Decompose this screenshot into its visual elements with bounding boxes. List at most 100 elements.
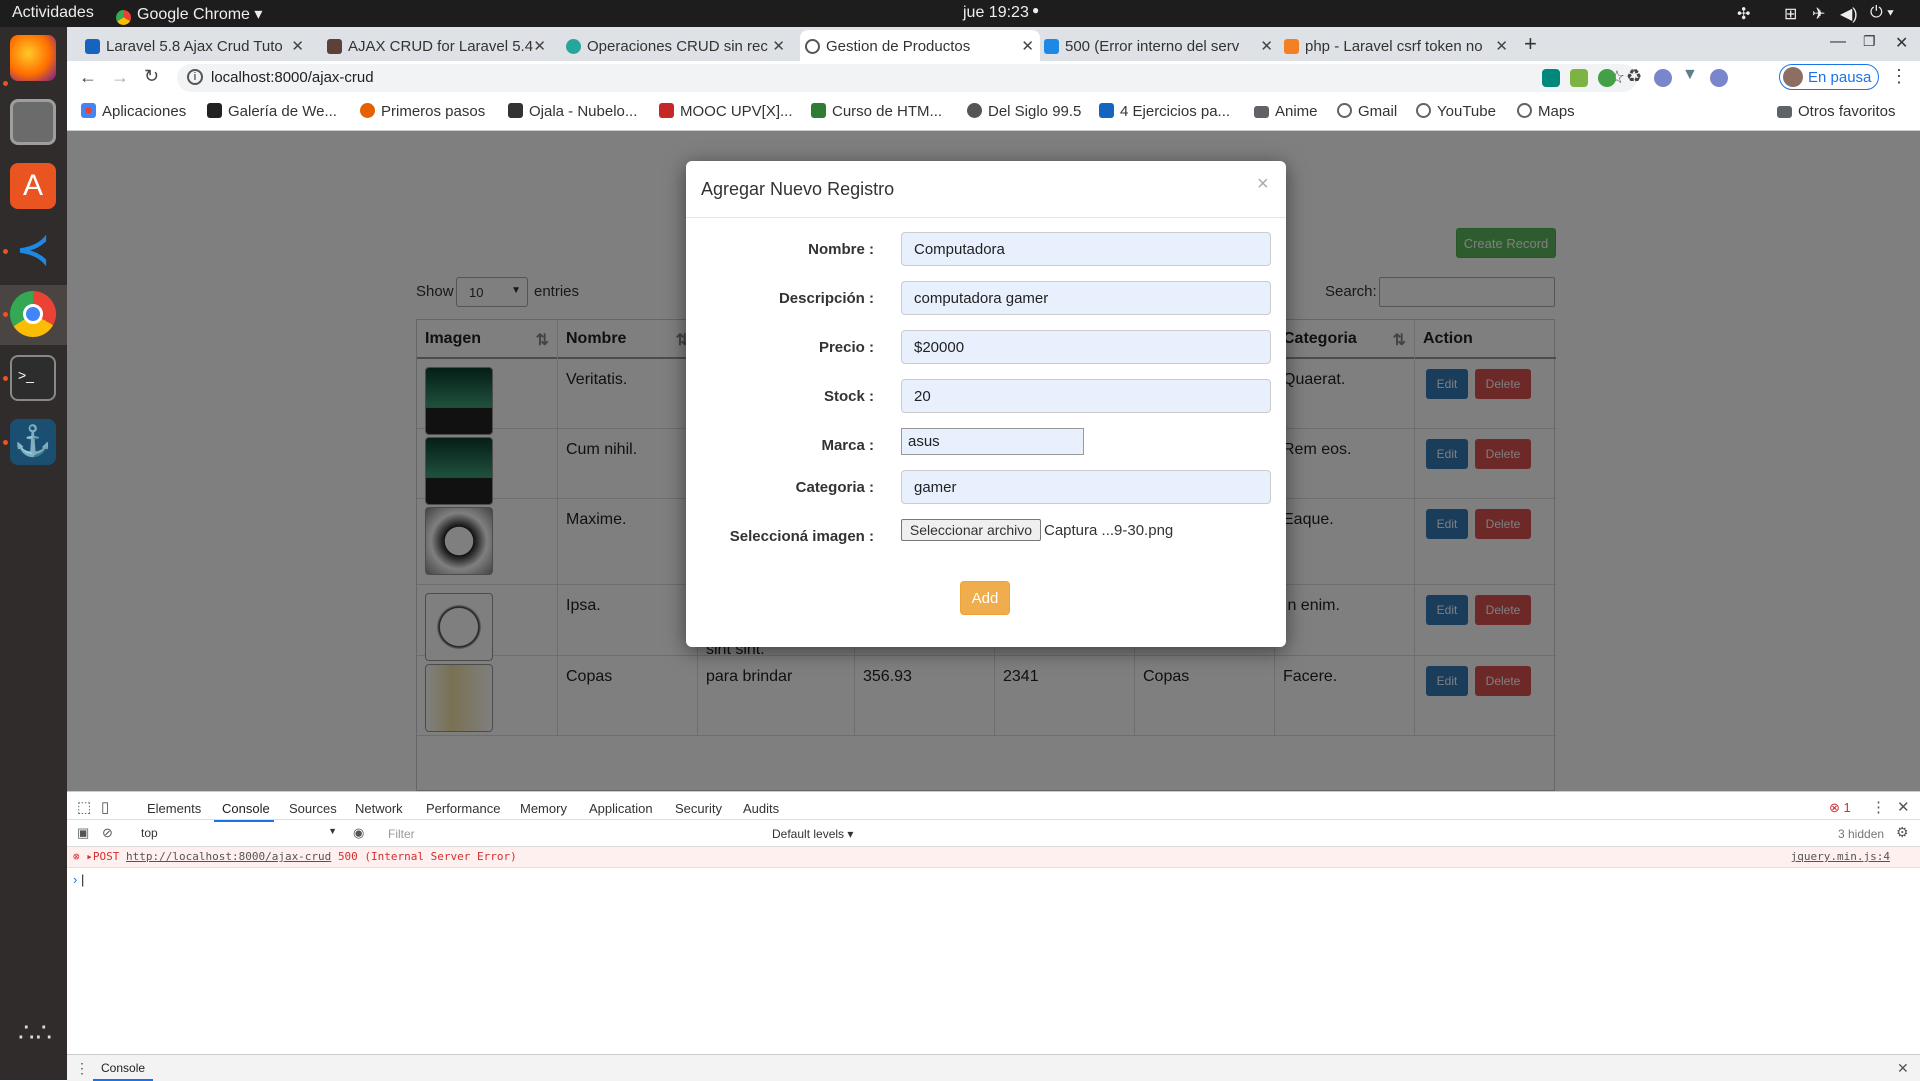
clock[interactable]: jue 19:23 <box>963 4 1029 22</box>
bookmark-maps[interactable]: Maps <box>1517 103 1575 120</box>
bookmark-gmail[interactable]: Gmail <box>1337 103 1397 120</box>
tab-application[interactable]: Application <box>589 801 653 816</box>
maximize-icon[interactable]: ❐ <box>1863 33 1876 50</box>
device-toolbar-icon[interactable]: ▯ <box>101 798 109 816</box>
firefox-icon[interactable] <box>10 35 56 81</box>
bookmark-galeria[interactable]: Galería de We... <box>207 103 337 120</box>
info-icon[interactable]: i <box>187 69 203 85</box>
app-menu[interactable]: Google Chrome ▾ <box>116 4 262 25</box>
close-window-icon[interactable]: ✕ <box>1895 33 1908 53</box>
precio-label: Precio : <box>818 339 874 356</box>
network-icon[interactable]: ⊞ <box>1784 4 1797 24</box>
drawer-tab-console[interactable]: Console <box>93 1061 154 1081</box>
log-levels-select[interactable]: Default levels ▾ <box>772 827 853 841</box>
precio-field[interactable]: $20000 <box>901 330 1271 364</box>
close-tab-icon[interactable]: ✕ <box>1021 37 1034 55</box>
marca-field[interactable]: asus <box>901 428 1084 455</box>
folder-icon <box>1254 106 1269 118</box>
extension-icon[interactable] <box>1654 69 1672 87</box>
close-devtools-icon[interactable]: ✕ <box>1897 798 1910 816</box>
nombre-field[interactable]: Computadora <box>901 232 1271 266</box>
tab-sources[interactable]: Sources <box>289 801 337 816</box>
reload-icon[interactable]: ↻ <box>144 66 159 87</box>
bookmark-del-siglo[interactable]: Del Siglo 99.5 <box>967 103 1081 120</box>
extension-icon[interactable] <box>1710 69 1728 87</box>
vpn-icon[interactable]: ▼ <box>1682 66 1698 84</box>
tab-error-500[interactable]: 500 (Error interno del serv ✕ <box>1039 30 1279 61</box>
tab-memory[interactable]: Memory <box>520 801 567 816</box>
volume-icon[interactable]: ◀) <box>1840 4 1858 24</box>
close-icon[interactable]: × <box>1257 173 1269 196</box>
tab-ajax-crud[interactable]: AJAX CRUD for Laravel 5.4 ✕ <box>322 30 552 61</box>
minimize-icon[interactable]: — <box>1830 33 1846 51</box>
error-count-badge[interactable]: ⊗ 1 <box>1829 800 1851 816</box>
expand-icon[interactable]: ▸ <box>86 850 93 863</box>
tab-laravel-tutorial[interactable]: Laravel 5.8 Ajax Crud Tuto ✕ <box>80 30 310 61</box>
power-icon[interactable]: ⏻ ▾ <box>1870 4 1894 22</box>
eye-icon[interactable]: ◉ <box>353 825 364 841</box>
bookmark-curso[interactable]: Curso de HTM... <box>811 103 942 120</box>
console-error-row[interactable]: ⊗ ▸POST http://localhost:8000/ajax-crud … <box>67 847 1920 868</box>
error-url-link[interactable]: http://localhost:8000/ajax-crud <box>126 850 331 863</box>
close-drawer-icon[interactable]: ✕ <box>1897 1060 1909 1077</box>
menu-icon[interactable]: ⋮ <box>1890 66 1908 87</box>
bookmark-mooc[interactable]: MOOC UPV[X]... <box>659 103 793 120</box>
bookmark-primeros-pasos[interactable]: Primeros pasos <box>360 103 485 120</box>
close-tab-icon[interactable]: ✕ <box>1260 37 1273 55</box>
clear-console-icon[interactable]: ⊘ <box>102 825 113 841</box>
sidebar-toggle-icon[interactable]: ▣ <box>77 825 89 841</box>
software-center-icon[interactable]: A <box>10 163 56 209</box>
other-bookmarks[interactable]: Otros favoritos <box>1777 103 1896 120</box>
back-icon[interactable]: ← <box>79 67 97 88</box>
console-settings-icon[interactable]: ⚙ <box>1896 824 1909 841</box>
bookmark-anime[interactable]: Anime <box>1254 103 1318 120</box>
tab-security[interactable]: Security <box>675 801 722 816</box>
stock-field[interactable]: 20 <box>901 379 1271 413</box>
airplane-icon[interactable]: ✈ <box>1812 4 1825 24</box>
files-icon[interactable] <box>10 99 56 145</box>
address-bar[interactable]: i localhost:8000/ajax-crud ☆ <box>177 64 1637 92</box>
extension-icon[interactable] <box>1598 69 1616 87</box>
tab-favicon <box>566 39 581 54</box>
tab-console[interactable]: Console <box>222 801 270 816</box>
descripcion-field[interactable]: computadora gamer <box>901 281 1271 315</box>
terminal-icon[interactable]: >_ <box>10 355 56 401</box>
close-tab-icon[interactable]: ✕ <box>291 37 304 55</box>
tab-elements[interactable]: Elements <box>147 801 201 816</box>
bookmark-ojala[interactable]: Ojala - Nubelo... <box>508 103 637 120</box>
close-tab-icon[interactable]: ✕ <box>533 37 546 55</box>
bookmark-ejercicios[interactable]: 4 Ejercicios pa... <box>1099 103 1230 120</box>
context-select[interactable]: top ▼ <box>135 823 341 843</box>
tab-laravel-csrf[interactable]: php - Laravel csrf token no ✕ <box>1279 30 1514 61</box>
profile-button[interactable]: En pausa <box>1779 64 1879 90</box>
categoria-field[interactable]: gamer <box>901 470 1271 504</box>
chrome-icon[interactable] <box>10 291 56 337</box>
new-tab-icon[interactable]: + <box>1524 31 1537 57</box>
show-apps-icon[interactable]: ∴∴ <box>18 1019 52 1059</box>
error-source-link[interactable]: jquery.min.js:4 <box>1791 850 1890 863</box>
bookmark-aplicaciones[interactable]: Aplicaciones <box>81 103 186 120</box>
drawer-menu-icon[interactable]: ⋮ <box>75 1060 89 1077</box>
filter-input[interactable]: Filter <box>382 823 762 843</box>
forward-icon[interactable]: → <box>111 67 129 88</box>
recycle-icon[interactable]: ♻ <box>1626 66 1642 87</box>
add-button[interactable]: Add <box>960 581 1010 615</box>
tab-audits[interactable]: Audits <box>743 801 779 816</box>
close-tab-icon[interactable]: ✕ <box>1495 37 1508 55</box>
mysql-workbench-icon[interactable]: ⚓ <box>10 419 56 465</box>
tab-gestion-productos[interactable]: Gestion de Productos ✕ <box>800 30 1040 61</box>
devtools-menu-icon[interactable]: ⋮ <box>1871 798 1886 816</box>
accessibility-icon[interactable]: ✣ <box>1737 4 1750 24</box>
activities-button[interactable]: Actividades <box>12 4 94 22</box>
extension-icon[interactable] <box>1542 69 1560 87</box>
tab-performance[interactable]: Performance <box>426 801 500 816</box>
tab-operaciones-crud[interactable]: Operaciones CRUD sin rec ✕ <box>561 30 791 61</box>
inspect-element-icon[interactable]: ⬚ <box>77 798 91 816</box>
console-prompt[interactable]: › | <box>73 872 84 887</box>
bookmark-youtube[interactable]: YouTube <box>1416 103 1496 120</box>
vscode-icon[interactable]: ≺ <box>10 227 56 273</box>
tab-network[interactable]: Network <box>355 801 403 816</box>
file-select-button[interactable]: Seleccionar archivo <box>901 519 1041 541</box>
extension-icon[interactable] <box>1570 69 1588 87</box>
close-tab-icon[interactable]: ✕ <box>772 37 785 55</box>
